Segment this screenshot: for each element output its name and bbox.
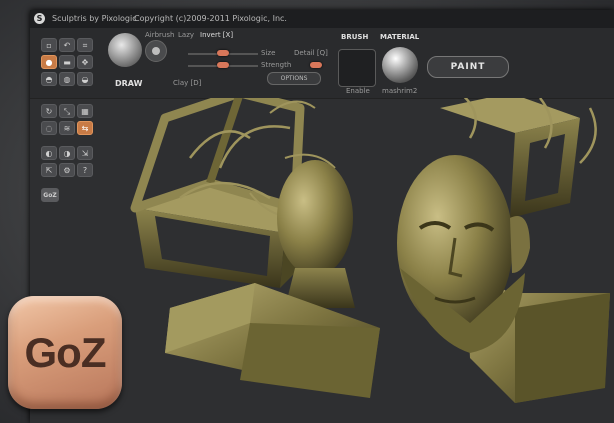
tool-label: DRAW xyxy=(115,79,143,88)
strength-slider-knob[interactable] xyxy=(217,62,229,68)
airbrush-toggle[interactable]: Airbrush xyxy=(145,31,174,39)
brush-toolbar: DRAW Airbrush Lazy Invert [X] Clay [D] S… xyxy=(30,28,614,99)
new-sphere-icon[interactable]: ▫ xyxy=(41,38,57,52)
export-icon[interactable]: ⇱ xyxy=(41,163,57,177)
lazy-toggle[interactable]: Lazy xyxy=(178,31,194,39)
goz-logo-text: GoZ xyxy=(24,329,107,376)
goz-button[interactable]: GoZ xyxy=(41,188,59,202)
invert-toggle[interactable]: Invert [X] xyxy=(200,31,233,39)
options-button[interactable]: OPTIONS xyxy=(267,72,321,85)
strength-label: Strength xyxy=(261,61,292,69)
goz-logo-icon: GoZ xyxy=(8,296,122,409)
reduce-tool-icon[interactable]: ◌ xyxy=(41,121,57,135)
copyright-text: Copyright (c)2009-2011 Pixologic, Inc. xyxy=(134,14,287,23)
right-sculpture xyxy=(397,92,610,403)
wireframe-icon[interactable]: ◐ xyxy=(41,146,57,160)
detail-toggle[interactable]: Detail [Q] xyxy=(294,49,328,57)
clay-toggle[interactable]: Clay [D] xyxy=(173,79,201,87)
inflate-tool-icon[interactable]: ◍ xyxy=(59,72,75,86)
size-label: Size xyxy=(261,49,276,57)
app-title: Sculptris by Pixologic xyxy=(52,14,137,23)
pinch-tool-icon[interactable]: ◒ xyxy=(77,72,93,86)
brush-falloff-icon[interactable] xyxy=(145,40,167,62)
flatten-tool-icon[interactable]: ▬ xyxy=(59,55,75,69)
3d-viewport[interactable] xyxy=(70,88,614,423)
undo-icon[interactable]: ↶ xyxy=(59,38,75,52)
crease-tool-icon[interactable]: ◓ xyxy=(41,72,57,86)
sculptris-logo-icon: S xyxy=(34,13,45,24)
paint-button[interactable]: PAINT xyxy=(427,56,509,78)
draw-tool-icon[interactable]: ● xyxy=(41,55,57,69)
material-heading: MATERIAL xyxy=(380,33,420,41)
brush-heading: BRUSH xyxy=(341,33,369,41)
material-preview[interactable] xyxy=(382,47,418,83)
brush-enable-toggle[interactable]: Enable xyxy=(346,87,370,95)
detail-slider-knob[interactable] xyxy=(310,62,322,68)
left-sculpture xyxy=(130,88,380,398)
sculpt-scene xyxy=(130,88,610,403)
grab-tool-icon[interactable]: ✥ xyxy=(77,55,93,69)
material-name: mashrim2 xyxy=(382,87,418,95)
size-slider-knob[interactable] xyxy=(217,50,229,56)
screenshot-stage: S Sculptris by Pixologic Copyright (c)20… xyxy=(0,0,614,423)
brush-texture-slot[interactable] xyxy=(338,49,376,87)
rotate-tool-icon[interactable]: ↻ xyxy=(41,104,57,118)
draw-brush-icon[interactable] xyxy=(108,33,142,67)
symmetry-icon[interactable]: ⌗ xyxy=(77,38,93,52)
title-bar: S Sculptris by Pixologic Copyright (c)20… xyxy=(30,10,614,28)
